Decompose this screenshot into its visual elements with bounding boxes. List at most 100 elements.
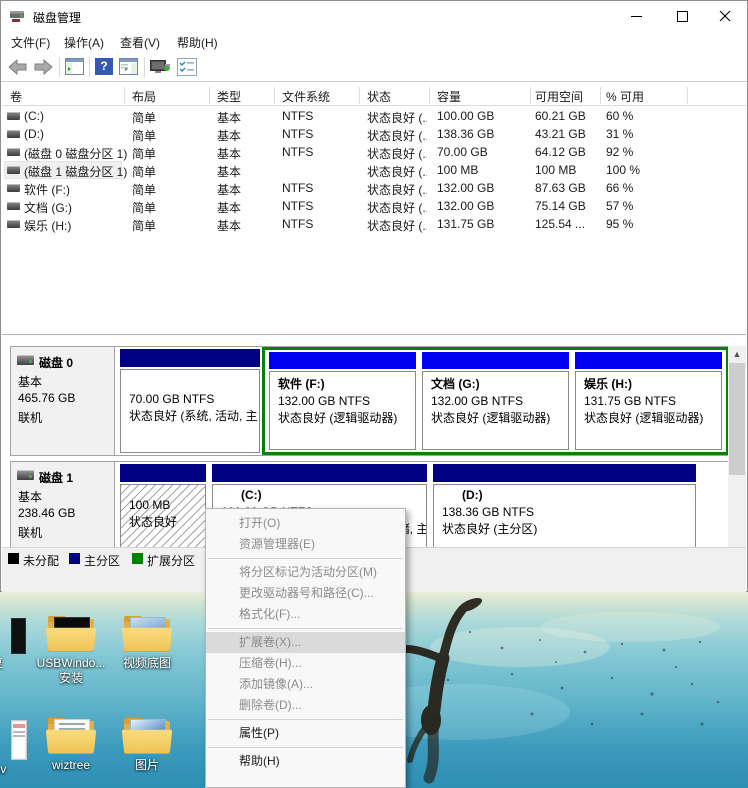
volume-row-h[interactable]: 娱乐 (H:) 简单 基本 NTFS 状态良好 (... 131.75 GB 1… — [2, 215, 746, 233]
logical-partition-f[interactable]: 软件 (F:) 132.00 GB NTFS 状态良好 (逻辑驱动器) — [267, 352, 418, 450]
column-header-volume[interactable]: 卷 — [10, 88, 22, 105]
cell-type: 基本 — [217, 181, 241, 198]
scroll-up-icon[interactable]: ▲ — [728, 346, 746, 363]
cell-layout: 简单 — [132, 109, 156, 126]
cell-capacity: 100.00 GB — [437, 109, 494, 123]
maximize-button[interactable] — [659, 1, 704, 31]
toolbar-separator — [59, 57, 60, 77]
volume-row-c[interactable]: (C:) 简单 基本 NTFS 状态良好 (... 100.00 GB 60.2… — [2, 107, 746, 125]
disk-icon — [17, 470, 34, 480]
help-icon[interactable]: ? — [95, 58, 113, 75]
volume-row-disk0-part1[interactable]: (磁盘 0 磁盘分区 1) 简单 基本 NTFS 状态良好 (... 70.00… — [2, 143, 746, 161]
column-header-capacity[interactable]: 容量 — [437, 88, 461, 105]
menu-item-extend-volume[interactable]: 扩展卷(X)... — [206, 632, 405, 653]
desktop-icon-usbwindows[interactable]: USBWindo... 安装 — [36, 616, 106, 686]
column-header-status[interactable]: 状态 — [367, 88, 391, 105]
disk0-size: 465.76 GB — [18, 391, 75, 405]
header-separator — [124, 87, 125, 104]
desktop-icon-cut-left-bottom[interactable]: ecv — [0, 720, 32, 777]
checklist-icon[interactable] — [177, 58, 197, 76]
menu-item-format[interactable]: 格式化(F)... — [206, 604, 405, 625]
minimize-button[interactable] — [614, 1, 659, 31]
toolbar: ? — [1, 53, 747, 82]
cell-volume: 文档 (G:) — [24, 199, 72, 216]
menu-item-delete-volume[interactable]: 删除卷(D)... — [206, 695, 405, 716]
disk1-info-panel[interactable]: 磁盘 1 基本 238.46 GB 联机 — [11, 462, 115, 547]
console-monitor-icon[interactable] — [150, 58, 171, 75]
menu-action[interactable]: 操作(A) — [64, 34, 104, 51]
column-header-free[interactable]: 可用空间 — [535, 88, 583, 105]
disk1-name: 磁盘 1 — [39, 469, 73, 486]
volume-row-g[interactable]: 文档 (G:) 简单 基本 NTFS 状态良好 (... 132.00 GB 7… — [2, 197, 746, 215]
disk1-system-reserved-partition-selected[interactable]: 100 MB 状态良好 — [118, 462, 208, 548]
disk1-status: 联机 — [18, 524, 42, 541]
desktop-icon-label-line2: 安装 — [36, 671, 106, 686]
menu-file[interactable]: 文件(F) — [11, 34, 50, 51]
cell-status: 状态良好 (... — [367, 181, 427, 198]
desktop-icon-video-base[interactable]: 视频底图 — [112, 616, 182, 671]
partition-size-line: 70.00 GB NTFS — [129, 391, 251, 408]
cell-status: 状态良好 (... — [367, 127, 427, 144]
cell-layout: 简单 — [132, 181, 156, 198]
desktop-icon-cut-left-top[interactable]: 复 — [0, 616, 32, 671]
column-header-pct-free[interactable]: % 可用 — [606, 88, 644, 105]
toolbar-separator — [144, 57, 145, 77]
minimize-icon — [631, 16, 642, 17]
menu-item-explorer[interactable]: 资源管理器(E) — [206, 534, 405, 555]
menu-separator — [208, 719, 403, 720]
primary-partition-header — [120, 349, 260, 367]
partition-size-line: 132.00 GB NTFS — [278, 393, 407, 410]
volume-row-f[interactable]: 软件 (F:) 简单 基本 NTFS 状态良好 (... 132.00 GB 8… — [2, 179, 746, 197]
menu-item-shrink-volume[interactable]: 压缩卷(H)... — [206, 653, 405, 674]
menu-view[interactable]: 查看(V) — [120, 34, 160, 51]
menu-item-open[interactable]: 打开(O) — [206, 513, 405, 534]
cell-capacity: 70.00 GB — [437, 145, 488, 159]
menu-help[interactable]: 帮助(H) — [177, 34, 218, 51]
volume-list-pane: 卷 布局 类型 文件系统 状态 容量 可用空间 % 可用 (C:) — [2, 83, 746, 334]
partition-context-menu: 打开(O) 资源管理器(E) 将分区标记为活动分区(M) 更改驱动器号和路径(C… — [205, 508, 406, 788]
volume-icon — [7, 220, 20, 228]
cell-volume: (磁盘 1 磁盘分区 1) — [24, 163, 127, 180]
column-header-layout[interactable]: 布局 — [132, 88, 156, 105]
partition-name: 文档 (G:) — [431, 377, 480, 391]
show-hide-pane-icon[interactable] — [119, 58, 138, 75]
cell-volume: (磁盘 0 磁盘分区 1) — [24, 145, 127, 162]
logical-partition-h[interactable]: 娱乐 (H:) 131.75 GB NTFS 状态良好 (逻辑驱动器) — [573, 352, 724, 450]
disk0-primary-partition[interactable]: 70.00 GB NTFS 状态良好 (系统, 活动, 主 — [118, 347, 262, 455]
menu-bar: 文件(F) 操作(A) 查看(V) 帮助(H) — [1, 31, 747, 53]
column-header-type[interactable]: 类型 — [217, 88, 241, 105]
forward-icon[interactable] — [34, 59, 53, 75]
cell-fs: NTFS — [282, 181, 313, 195]
cell-type: 基本 — [217, 217, 241, 234]
close-icon — [719, 10, 731, 22]
menu-item-change-letter[interactable]: 更改驱动器号和路径(C)... — [206, 583, 405, 604]
desktop-icon-pictures[interactable]: 图片 — [112, 718, 182, 773]
cell-capacity: 132.00 GB — [437, 199, 494, 213]
cell-free: 60.21 GB — [535, 109, 586, 123]
logical-partition-g[interactable]: 文档 (G:) 132.00 GB NTFS 状态良好 (逻辑驱动器) — [420, 352, 571, 450]
desktop-icon-label: 视频底图 — [112, 656, 182, 671]
vertical-scrollbar[interactable]: ▲ ▼ — [728, 346, 746, 564]
volume-row-disk1-part1-selected[interactable]: (磁盘 1 磁盘分区 1) 简单 基本 状态良好 (... 100 MB 100… — [2, 161, 746, 179]
volume-row-d[interactable]: (D:) 简单 基本 NTFS 状态良好 (... 138.36 GB 43.2… — [2, 125, 746, 143]
menu-item-help[interactable]: 帮助(H) — [206, 751, 405, 772]
menu-item-add-mirror[interactable]: 添加镜像(A)... — [206, 674, 405, 695]
scrollbar-thumb[interactable] — [729, 363, 745, 475]
console-tree-icon[interactable] — [65, 58, 84, 75]
cell-fs: NTFS — [282, 145, 313, 159]
disk1-d-partition[interactable]: (D:) 138.36 GB NTFS 状态良好 (主分区) — [431, 462, 698, 548]
menu-item-mark-active[interactable]: 将分区标记为活动分区(M) — [206, 562, 405, 583]
volume-icon — [7, 184, 20, 192]
disk0-row: 磁盘 0 基本 465.76 GB 联机 70.00 GB NTFS 状态良好 … — [10, 346, 729, 456]
menu-item-properties[interactable]: 属性(P) — [206, 723, 405, 744]
desktop-icon-wiztree[interactable]: wiztree — [36, 718, 106, 773]
disk0-kind: 基本 — [18, 373, 42, 390]
title-bar[interactable]: 磁盘管理 — [1, 1, 747, 31]
header-separator — [687, 87, 688, 104]
back-icon[interactable] — [8, 59, 27, 75]
column-header-filesystem[interactable]: 文件系统 — [282, 88, 330, 105]
close-button[interactable] — [703, 1, 748, 31]
cell-type: 基本 — [217, 163, 241, 180]
disk0-info-panel[interactable]: 磁盘 0 基本 465.76 GB 联机 — [11, 347, 115, 455]
black-app-icon — [11, 618, 26, 654]
